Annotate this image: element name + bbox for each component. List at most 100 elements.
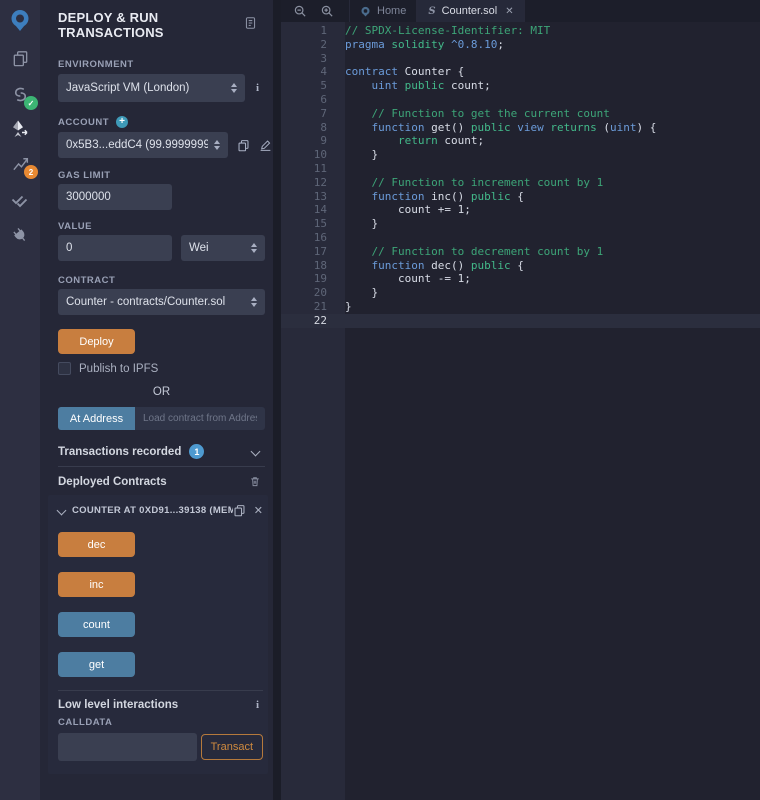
- line-number: 19: [281, 272, 327, 286]
- copy-account-icon[interactable]: [237, 139, 250, 152]
- deploy-button[interactable]: Deploy: [58, 329, 135, 354]
- edit-account-icon[interactable]: [259, 139, 272, 152]
- code-line-22[interactable]: 22: [281, 314, 760, 328]
- code-line-17[interactable]: 17 // Function to decrement count by 1: [281, 245, 760, 259]
- documentation-icon[interactable]: [244, 16, 257, 35]
- calldata-input[interactable]: [58, 733, 197, 761]
- value-unit: Wei: [189, 242, 245, 254]
- low-level-info-icon[interactable]: i: [256, 699, 259, 711]
- panel-resize-handle[interactable]: [273, 0, 281, 800]
- sidebar-item-plugin-manager[interactable]: [7, 222, 33, 248]
- contract-select[interactable]: Counter - contracts/Counter.sol: [58, 289, 265, 315]
- line-content: }: [327, 217, 378, 231]
- account-value: 0x5B3...eddC4 (99.9999999: [66, 139, 208, 151]
- code-lines: 1// SPDX-License-Identifier: MIT2pragma …: [281, 24, 760, 328]
- remove-contract-icon[interactable]: ✕: [254, 504, 263, 517]
- remix-logo[interactable]: [7, 7, 33, 33]
- gas-limit-input[interactable]: 3000000: [58, 184, 172, 210]
- sidebar-item-file-explorer[interactable]: [7, 45, 33, 71]
- zoom-in-icon[interactable]: [321, 5, 333, 17]
- code-line-18[interactable]: 18 function dec() public {: [281, 259, 760, 273]
- publish-ipfs-label: Publish to IPFS: [79, 363, 158, 375]
- contract-fn-count-button[interactable]: count: [58, 612, 135, 637]
- sidebar-item-solidity-compiler[interactable]: ✓: [7, 81, 33, 107]
- line-number: 16: [281, 231, 327, 245]
- sidebar-item-unit-testing[interactable]: [7, 187, 33, 213]
- sidebar-item-solidity-analysis[interactable]: 2: [7, 150, 33, 176]
- contract-fn-dec-button[interactable]: dec: [58, 532, 135, 557]
- code-line-20[interactable]: 20 }: [281, 286, 760, 300]
- close-tab-icon[interactable]: ✕: [505, 6, 513, 17]
- at-address-placeholder: Load contract from Address: [143, 413, 257, 424]
- code-line-12[interactable]: 12 // Function to increment count by 1: [281, 176, 760, 190]
- at-address-input[interactable]: Load contract from Address: [135, 407, 265, 430]
- code-line-6[interactable]: 6: [281, 93, 760, 107]
- chevron-updown-icon: [231, 83, 237, 93]
- tab-home-label: Home: [377, 5, 406, 17]
- plug-icon: [7, 222, 32, 247]
- line-content: [327, 93, 345, 107]
- code-line-16[interactable]: 16: [281, 231, 760, 245]
- code-line-5[interactable]: 5 uint public count;: [281, 79, 760, 93]
- contract-fn-get-button[interactable]: get: [58, 652, 135, 677]
- code-line-10[interactable]: 10 }: [281, 148, 760, 162]
- line-number: 11: [281, 162, 327, 176]
- remix-home-icon: [360, 6, 371, 17]
- environment-info-icon[interactable]: i: [256, 82, 259, 94]
- contract-fn-inc-button[interactable]: inc: [58, 572, 135, 597]
- environment-select[interactable]: JavaScript VM (London): [58, 74, 245, 102]
- line-number: 13: [281, 190, 327, 204]
- account-label: ACCOUNT: [58, 117, 109, 128]
- code-line-9[interactable]: 9 return count;: [281, 134, 760, 148]
- chevron-updown-icon: [214, 140, 220, 150]
- at-address-button[interactable]: At Address: [58, 407, 135, 430]
- file-explorer-icon: [11, 49, 30, 68]
- low-level-title: Low level interactions: [58, 699, 178, 711]
- contract-label: CONTRACT: [58, 275, 265, 286]
- code-line-3[interactable]: 3: [281, 52, 760, 66]
- code-line-8[interactable]: 8 function get() public view returns (ui…: [281, 121, 760, 135]
- code-line-21[interactable]: 21}: [281, 300, 760, 314]
- sidebar-item-deploy-run[interactable]: [7, 116, 33, 142]
- environment-label: ENVIRONMENT: [58, 59, 265, 70]
- contract-value: Counter - contracts/Counter.sol: [66, 296, 245, 308]
- code-line-11[interactable]: 11: [281, 162, 760, 176]
- code-line-14[interactable]: 14 count += 1;: [281, 203, 760, 217]
- line-content: function inc() public {: [327, 190, 524, 204]
- code-line-1[interactable]: 1// SPDX-License-Identifier: MIT: [281, 24, 760, 38]
- chevron-down-icon[interactable]: [251, 447, 261, 457]
- collapse-contract-icon[interactable]: [57, 506, 67, 516]
- tab-counter-label: Counter.sol: [442, 5, 498, 17]
- publish-ipfs-checkbox[interactable]: [58, 362, 71, 375]
- environment-value: JavaScript VM (London): [66, 82, 225, 94]
- line-content: [327, 314, 345, 328]
- line-number: 6: [281, 93, 327, 107]
- line-content: // Function to decrement count by 1: [327, 245, 603, 259]
- code-line-7[interactable]: 7 // Function to get the current count: [281, 107, 760, 121]
- transactions-recorded-label: Transactions recorded: [58, 446, 181, 458]
- code-line-4[interactable]: 4contract Counter {: [281, 65, 760, 79]
- deployed-contract-card: COUNTER AT 0XD91...39138 (MEMORY ✕ decin…: [48, 495, 268, 774]
- clear-contracts-trash-icon[interactable]: [249, 475, 261, 488]
- deploy-run-panel: DEPLOY & RUN TRANSACTIONS ENVIRONMENT Ja…: [40, 0, 273, 800]
- line-content: function get() public view returns (uint…: [327, 121, 656, 135]
- tab-counter-sol[interactable]: S Counter.sol ✕: [417, 0, 524, 22]
- code-line-19[interactable]: 19 count -= 1;: [281, 272, 760, 286]
- code-line-2[interactable]: 2pragma solidity ^0.8.10;: [281, 38, 760, 52]
- code-line-13[interactable]: 13 function inc() public {: [281, 190, 760, 204]
- line-content: [327, 162, 345, 176]
- line-number: 4: [281, 65, 327, 79]
- account-select[interactable]: 0x5B3...eddC4 (99.9999999: [58, 132, 228, 158]
- value-input[interactable]: 0: [58, 235, 172, 261]
- gas-limit-label: GAS LIMIT: [58, 170, 265, 181]
- copy-contract-address-icon[interactable]: [233, 504, 246, 517]
- transact-button[interactable]: Transact: [201, 734, 263, 760]
- code-line-15[interactable]: 15 }: [281, 217, 760, 231]
- line-content: }: [327, 148, 378, 162]
- line-number: 8: [281, 121, 327, 135]
- tab-home[interactable]: Home: [349, 0, 417, 22]
- zoom-out-icon[interactable]: [294, 5, 306, 17]
- add-account-icon[interactable]: +: [116, 116, 128, 128]
- value-unit-select[interactable]: Wei: [181, 235, 265, 261]
- code-editor[interactable]: 1// SPDX-License-Identifier: MIT2pragma …: [281, 22, 760, 800]
